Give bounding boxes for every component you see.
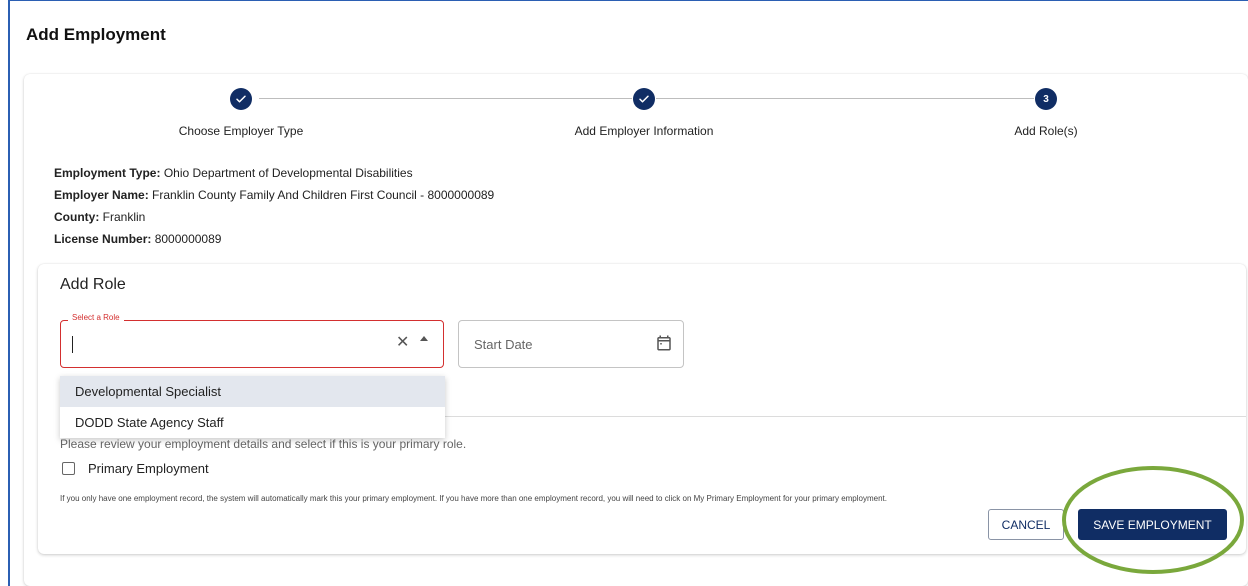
- page-left-border: [8, 0, 10, 586]
- stepper: 3 Choose Employer Type Add Employer Info…: [24, 74, 1248, 154]
- employment-type-row: Employment Type: Ohio Department of Deve…: [54, 166, 413, 180]
- county-value: Franklin: [102, 210, 146, 224]
- step-label-add-roles: Add Role(s): [1014, 124, 1078, 138]
- license-number-value: 8000000089: [154, 232, 222, 246]
- role-options-listbox: Developmental Specialist DODD State Agen…: [60, 376, 445, 438]
- check-icon: [639, 95, 649, 103]
- step-3-active: 3: [1035, 88, 1057, 110]
- start-date-placeholder: Start Date: [474, 337, 533, 352]
- page-title: Add Employment: [26, 25, 166, 44]
- primary-role-hint: Please review your employment details an…: [60, 437, 467, 451]
- text-cursor: [72, 336, 73, 353]
- county-row: County: Franklin: [54, 210, 145, 224]
- license-number-row: License Number: 8000000089: [54, 232, 221, 246]
- employment-type-label: Employment Type:: [54, 166, 161, 180]
- cancel-button[interactable]: CANCEL: [988, 509, 1064, 540]
- calendar-icon[interactable]: [655, 334, 673, 352]
- role-option-developmental-specialist[interactable]: Developmental Specialist: [60, 376, 445, 407]
- primary-employment-note: If you only have one employment record, …: [60, 494, 887, 503]
- chevron-up-icon[interactable]: [420, 336, 428, 341]
- step-2-complete: [633, 88, 655, 110]
- employer-name-value: Franklin County Family And Children Firs…: [152, 188, 495, 202]
- add-role-title: Add Role: [60, 276, 126, 293]
- step-connector-1: [259, 98, 632, 99]
- clear-icon[interactable]: ✕: [396, 334, 409, 352]
- save-employment-button[interactable]: SAVE EMPLOYMENT: [1078, 509, 1227, 540]
- step-label-choose-employer-type: Choose Employer Type: [178, 124, 304, 138]
- employer-name-label: Employer Name:: [54, 188, 149, 202]
- select-role-label: Select a Role: [68, 313, 124, 322]
- select-role-field[interactable]: [60, 320, 444, 368]
- page-top-border: [8, 0, 1248, 1]
- check-icon: [236, 95, 246, 103]
- step-connector-2: [656, 98, 1034, 99]
- primary-employment-label[interactable]: Primary Employment: [88, 461, 209, 476]
- step-1-complete: [230, 88, 252, 110]
- license-number-label: License Number:: [54, 232, 152, 246]
- step-label-add-employer-information: Add Employer Information: [574, 124, 714, 138]
- step-number: 3: [1043, 93, 1049, 105]
- county-label: County:: [54, 210, 100, 224]
- primary-employment-checkbox[interactable]: [62, 462, 75, 475]
- role-option-dodd-state-agency-staff[interactable]: DODD State Agency Staff: [60, 407, 445, 438]
- employer-name-row: Employer Name: Franklin County Family An…: [54, 188, 494, 202]
- employment-type-value: Ohio Department of Developmental Disabil…: [163, 166, 413, 180]
